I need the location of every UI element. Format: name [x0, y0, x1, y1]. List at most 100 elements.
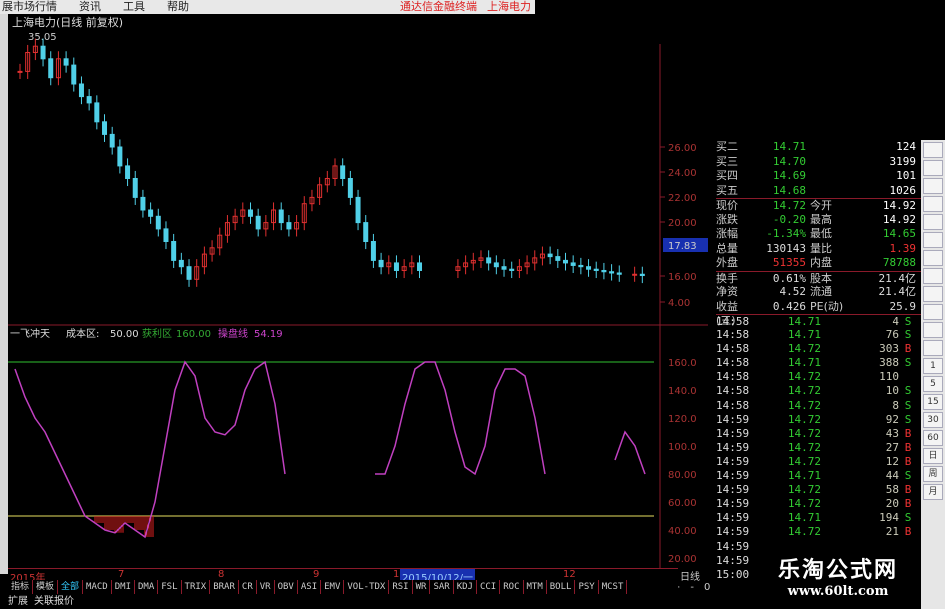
period-label[interactable]: 日线	[680, 568, 700, 583]
quote-label: 流通	[810, 285, 832, 298]
tool-icon[interactable]	[923, 304, 943, 320]
zoom-out-button[interactable]: -	[690, 582, 694, 593]
menu-help[interactable]: 帮助	[167, 0, 189, 14]
tab-mtm[interactable]: MTM	[524, 580, 547, 594]
period-button[interactable]: 60	[923, 430, 943, 446]
tab-kdj[interactable]: KDJ	[454, 580, 477, 594]
candles	[17, 38, 645, 287]
quote-row: 收益(三) 0.426 PE(动) 25.9	[716, 299, 921, 328]
tab-fsl[interactable]: FSL	[158, 580, 182, 594]
period-button[interactable]: 月	[923, 484, 943, 500]
axis-label: 16.00	[668, 272, 697, 283]
period-button[interactable]: 30	[923, 412, 943, 428]
candle	[501, 266, 507, 270]
candle	[48, 58, 54, 79]
side-toolbar: 1 5 15 30 60 日周月	[921, 140, 945, 609]
trade-side: B	[904, 426, 912, 440]
trade-price: 14.72	[787, 525, 821, 539]
trade-price: 14.72	[787, 384, 821, 398]
period-button[interactable]: 周	[923, 466, 943, 482]
trade-price: 14.72	[787, 426, 821, 440]
period-button[interactable]: 15	[923, 394, 943, 410]
tab-boll[interactable]: BOLL	[547, 580, 576, 594]
tab-模板[interactable]: 模板	[33, 580, 59, 594]
zoom-reset-button[interactable]: 0	[704, 582, 710, 593]
tool-icon[interactable]	[923, 142, 943, 158]
tab-vol-tdx[interactable]: VOL-TDX	[344, 580, 390, 594]
trade-price: 14.71	[787, 469, 821, 483]
tab-全部[interactable]: 全部	[58, 580, 84, 594]
tool-icon[interactable]	[923, 232, 943, 248]
indicator-axis-label: 160.0	[668, 358, 697, 369]
level-price: 14.70	[772, 154, 806, 168]
quote-row: 净资 4.52 流通 21.4亿	[716, 285, 921, 300]
tool-icon[interactable]	[923, 340, 943, 356]
quote-label: 最高	[810, 212, 832, 226]
tab-asi[interactable]: ASI	[298, 580, 322, 594]
tab-obv[interactable]: OBV	[275, 580, 298, 594]
trade-time: 14:58	[716, 342, 750, 356]
month-label: 12	[563, 569, 576, 580]
candle	[486, 257, 492, 264]
quote-value: 14.65	[882, 227, 916, 240]
tab-trix[interactable]: TRIX	[182, 580, 211, 594]
quote-row: 涨跌 -0.20 最高 14.92	[716, 213, 921, 228]
tab-cci[interactable]: CCI	[477, 580, 501, 594]
menu-tools[interactable]: 工具	[123, 0, 145, 14]
tab-dmi[interactable]: DMI	[112, 580, 135, 594]
menu-news[interactable]: 资讯	[79, 0, 101, 14]
tool-icon[interactable]	[923, 214, 943, 230]
tool-icon[interactable]	[923, 268, 943, 284]
tab-mcst[interactable]: MCST	[599, 580, 628, 594]
high-label: 35.05	[28, 32, 57, 43]
level-price: 14.68	[772, 183, 806, 197]
tab-指标[interactable]: 指标	[8, 580, 34, 594]
tab-vr[interactable]: VR	[257, 580, 275, 594]
tab-cr[interactable]: CR	[239, 580, 257, 594]
tool-icon[interactable]	[923, 286, 943, 302]
quote-label: 现价	[716, 199, 738, 212]
trade-time: 14:59	[716, 483, 750, 497]
level-price: 14.69	[772, 169, 806, 182]
candle	[616, 272, 622, 275]
tool-icon[interactable]	[923, 160, 943, 176]
menu-market[interactable]: 展市场行情	[2, 0, 57, 14]
related-quote-button[interactable]: 关联报价	[34, 594, 74, 609]
trade-side: B	[904, 454, 912, 468]
trade-time: 14:59	[716, 497, 750, 511]
tab-brar[interactable]: BRAR	[210, 580, 239, 594]
tab-dma[interactable]: DMA	[135, 580, 159, 594]
candle	[493, 262, 499, 268]
tab-wr[interactable]: WR	[413, 580, 431, 594]
kline-chart[interactable]: 上海电力(日线 前复权) 35.05 26.0024.0022.0020.001…	[8, 14, 708, 569]
tab-roc[interactable]: ROC	[500, 580, 524, 594]
quote-value: 0.61%	[772, 271, 806, 285]
expand-button[interactable]: 扩展	[8, 594, 28, 609]
candle	[286, 222, 292, 230]
period-button[interactable]: 1	[923, 358, 943, 374]
trade-volume: 21	[885, 525, 899, 539]
tab-psy[interactable]: PSY	[575, 580, 599, 594]
month-label: 7	[118, 569, 125, 580]
tool-icon[interactable]	[923, 196, 943, 212]
period-button[interactable]: 5	[923, 376, 943, 392]
watermark: 乐淘公式网 www.60lt.com	[755, 552, 921, 609]
tab-emv[interactable]: EMV	[321, 580, 345, 594]
tool-icon[interactable]	[923, 322, 943, 338]
quote-label: 净资	[716, 285, 738, 298]
candle	[639, 273, 645, 277]
trade-side: S	[904, 384, 912, 398]
cost-value: 50.00	[110, 329, 139, 340]
tab-rsi[interactable]: RSI	[389, 580, 413, 594]
trade-price: 14.72	[787, 412, 821, 426]
quote-label: PE(动)	[810, 299, 844, 313]
app-title: 通达信金融终端	[400, 0, 477, 13]
tab-macd[interactable]: MACD	[83, 580, 112, 594]
tool-icon[interactable]	[923, 178, 943, 194]
trade-row: 14:59 14.72 21 B	[716, 525, 921, 539]
candle	[94, 102, 100, 123]
indicator-axis-label: 120.0	[668, 414, 697, 425]
period-button[interactable]: 日	[923, 448, 943, 464]
tool-icon[interactable]	[923, 250, 943, 266]
tab-sar[interactable]: SAR	[430, 580, 454, 594]
